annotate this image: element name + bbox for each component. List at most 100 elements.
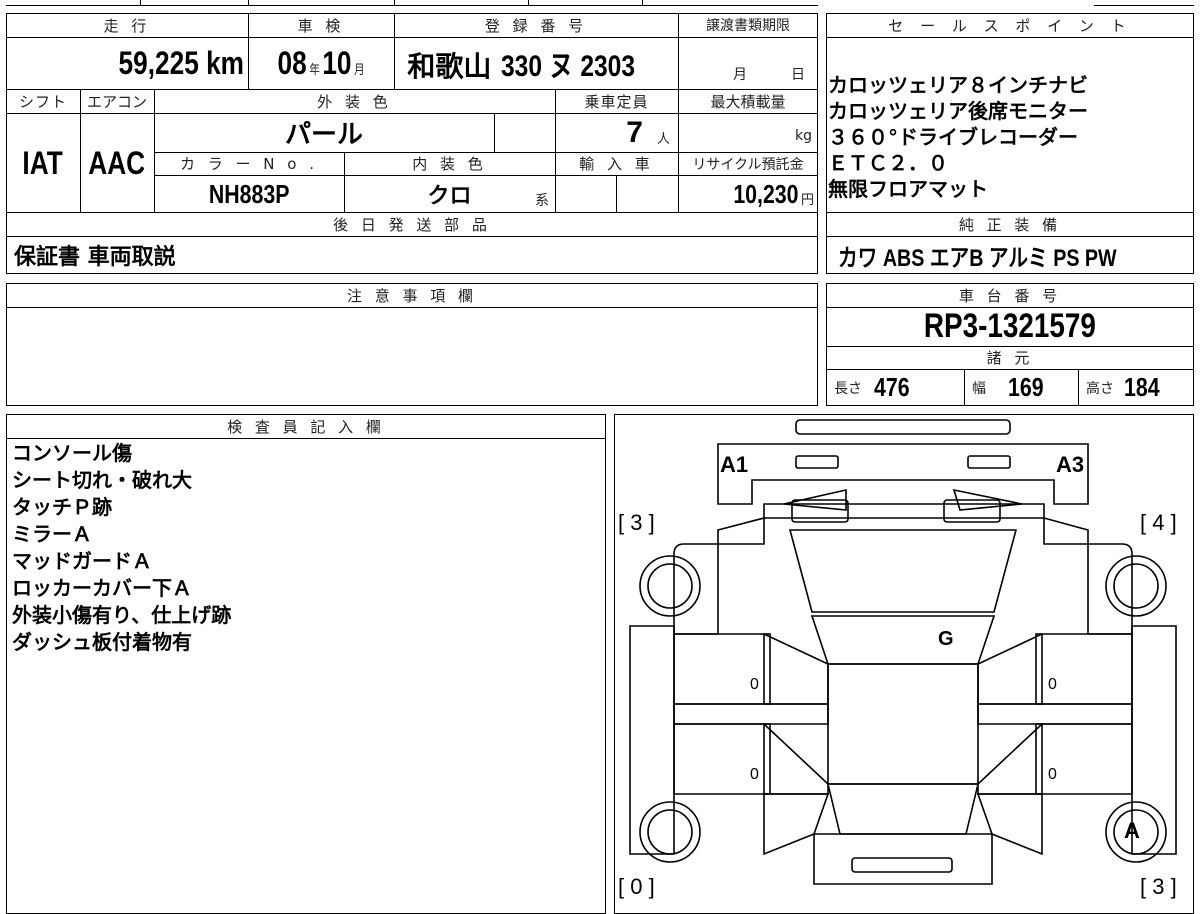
recycle-fee-header: リサイクル預託金 (692, 156, 804, 173)
inspection-month: 10 (322, 44, 352, 81)
grid-line (6, 438, 606, 439)
later-parts-header: 後 日 発 送 部 品 (333, 215, 491, 234)
length-label: 長さ (834, 380, 862, 397)
inspector-note-item: 外装小傷有り、仕上げ跡 (12, 603, 232, 627)
recycle-fee-value: 10,230 円 (678, 175, 818, 213)
length-value: 476 (874, 372, 910, 402)
later-parts-text: 保証書 車両取説 (14, 245, 176, 270)
month-unit: 月 (353, 61, 365, 77)
interior-color-value: クロ (344, 175, 555, 213)
inspector-note-item: マッドガードＡ (12, 549, 152, 573)
aircon-text: AAC (88, 144, 146, 181)
height-cell: 高さ 184 (1086, 369, 1194, 406)
inspector-note-item: コンソール傷 (12, 441, 132, 465)
inspector-note-item: ミラーＡ (12, 522, 92, 546)
specs-header: 諸 元 (986, 349, 1034, 367)
width-cell: 幅 169 (972, 369, 1078, 406)
inspector-notes-list: コンソール傷 シート切れ・破れ大 タッチＰ跡 ミラーＡ マッドガードＡ ロッカー… (12, 442, 592, 658)
inspector-notes-header: 検 査 員 記 入 欄 (227, 417, 385, 436)
top-edge-line (6, 5, 818, 6)
max-load-header: 最大積載量 (710, 92, 786, 111)
aircon-header: エアコン (86, 92, 147, 111)
chassis-no-text: RP3-1321579 (923, 307, 1097, 345)
registration-value: 和歌山 330 ヌ 2303 (394, 37, 678, 89)
shift-text: IAT (22, 144, 64, 181)
registration-header: 登 録 番 号 (484, 16, 588, 35)
top-edge-tick (528, 0, 529, 5)
damage-label-a-rear: A (1124, 818, 1140, 843)
inspection-header: 車 検 (297, 16, 345, 35)
grid-line (616, 175, 617, 213)
width-value: 169 (1008, 372, 1044, 402)
damage-label-g: G (938, 628, 954, 650)
top-edge-line-right (1094, 5, 1194, 6)
car-diagram (629, 419, 1177, 885)
sales-points-header: セ ー ル ス ポ イ ン ト (888, 16, 1132, 35)
genuine-equipment-text: カワ ABS エアB アルミ PS PW (838, 244, 1117, 272)
interior-suffix: 系 (535, 193, 549, 209)
sales-point-item: ３６０°ドライブレコーダー (828, 125, 1078, 149)
door-value-front-right: 0 (1048, 676, 1057, 693)
tire-depth-rear-left: [ 0 ] (618, 874, 655, 899)
import-header: 輸 入 車 (579, 155, 654, 173)
capacity-number: 7 (626, 115, 643, 149)
tire-depth-rear-right: [ 3 ] (1140, 874, 1177, 899)
capacity-value: 7 人 (555, 113, 678, 152)
registration-area: 和歌山 (407, 50, 492, 83)
recycle-fee-unit: 円 (800, 192, 814, 208)
color-no-value: NH883P (154, 175, 344, 213)
deadline-month-unit: 月 (733, 67, 747, 83)
damage-label-a3: A3 (1056, 452, 1085, 477)
capacity-header: 乗車定員 (584, 92, 649, 111)
sales-point-item: ＥＴＣ２．０ (828, 151, 948, 175)
door-value-rear-right: 0 (1048, 766, 1057, 783)
height-label: 高さ (1086, 380, 1114, 397)
notes-header: 注 意 事 項 欄 (346, 286, 478, 305)
top-edge-tick (642, 0, 643, 5)
door-value-front-left: 0 (750, 676, 759, 693)
sales-point-item: 無限フロアマット (828, 177, 988, 201)
aircon-value: AAC (80, 113, 154, 213)
length-cell: 長さ 476 (834, 369, 964, 406)
shift-header: シフト (18, 92, 67, 111)
genuine-equipment-value: カワ ABS エアB アルミ PS PW (838, 236, 1188, 274)
later-parts-value: 保証書 車両取説 (14, 236, 804, 274)
height-value: 184 (1124, 372, 1160, 402)
chassis-no-value: RP3-1321579 (826, 307, 1194, 346)
inspector-note-item: シート切れ・破れ大 (12, 468, 192, 492)
inspector-note-item: ダッシュ板付着物有 (12, 630, 192, 654)
grid-line (6, 307, 818, 308)
exterior-color-text: パール (284, 120, 363, 150)
grid-line (494, 113, 495, 152)
grid-line (826, 37, 1194, 38)
exterior-color-header: 外 装 色 (317, 92, 392, 111)
tire-depth-front-left: [ 3 ] (618, 510, 655, 535)
exterior-color-value: パール (154, 113, 494, 152)
inspection-value: 08 年10 月 (248, 37, 394, 89)
top-edge-tick (248, 0, 249, 5)
damage-label-a1: A1 (720, 452, 749, 477)
color-no-text: NH883P (208, 178, 290, 209)
door-value-rear-left: 0 (750, 766, 759, 783)
inspector-note-item: ロッカーカバー下Ａ (12, 576, 192, 600)
sales-points-list: カロッツェリア８インチナビ カロッツェリア後席モニター ３６０°ドライブレコーダ… (828, 74, 1192, 200)
genuine-equipment-header: 純 正 装 備 (958, 215, 1062, 234)
recycle-fee-number: 10,230 (733, 178, 799, 209)
interior-color-text: クロ (427, 184, 472, 209)
interior-color-header: 内 装 色 (412, 155, 487, 173)
chassis-no-header: 車 台 番 号 (958, 286, 1062, 305)
sales-point-item: カロッツェリア８インチナビ (828, 73, 1088, 97)
mileage-value: 59,225 km (6, 37, 248, 89)
top-edge-tick (140, 0, 141, 5)
top-edge-tick (394, 0, 395, 5)
year-unit: 年 (309, 61, 320, 77)
shift-value: IAT (6, 113, 80, 213)
registration-number: 330 ヌ 2303 (501, 50, 636, 83)
mileage-unit: km (206, 44, 244, 81)
mileage-header: 走 行 (103, 16, 151, 35)
max-load-unit: kg (795, 128, 812, 144)
width-label: 幅 (972, 380, 986, 397)
tire-depth-front-right: [ 4 ] (1140, 510, 1177, 535)
inspector-note-item: タッチＰ跡 (12, 495, 112, 519)
sales-point-item: カロッツェリア後席モニター (828, 99, 1088, 123)
